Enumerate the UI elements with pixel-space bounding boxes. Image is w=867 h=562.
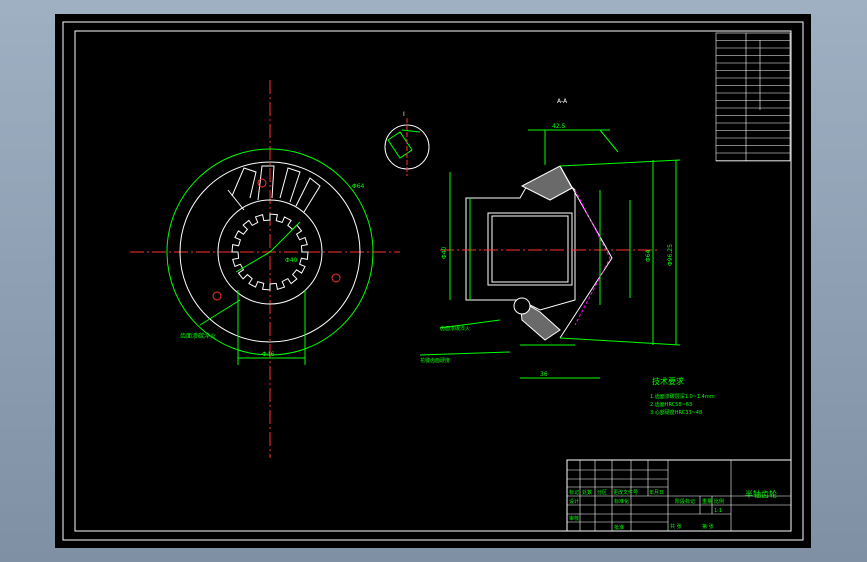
- tb-stage: 阶段标记: [675, 498, 695, 505]
- note-leader: [199, 299, 241, 326]
- tb-std: 标准化: [614, 498, 629, 505]
- section-dim-left: Φ40: [441, 246, 448, 259]
- front-arc-text: Φ64: [352, 183, 365, 190]
- tb-sheet-total: 共 张: [670, 523, 682, 530]
- section-note-1: 齿面渗碳淬火: [440, 325, 470, 332]
- front-dim-text: Φ46: [262, 351, 275, 358]
- inner-border: [74, 30, 792, 532]
- radius-leader: [269, 221, 301, 253]
- tech-line-2: 2.齿面HRC58~63: [650, 402, 692, 408]
- parameter-table: [715, 32, 791, 162]
- tb-scale: 比例: [714, 498, 724, 505]
- hole-right: [331, 273, 341, 283]
- drawing-canvas: Φ46 Φ40 齿面渗碳淬火 Φ64 I A-A 42.5 Φ40 Φ96.25…: [62, 21, 804, 541]
- outer-border: [62, 21, 804, 541]
- pitch-cone: [574, 189, 611, 326]
- section-body: [465, 175, 576, 311]
- detail-view: I: [384, 111, 430, 176]
- tb-mark: 标记: [569, 489, 579, 496]
- tech-line-1: 1.齿面渗碳层深1.0~1.4mm: [650, 393, 715, 400]
- tb-drawing-name: 半轴齿轮: [745, 489, 777, 499]
- cad-viewport[interactable]: Φ46 Φ40 齿面渗碳淬火 Φ64 I A-A 42.5 Φ40 Φ96.25…: [0, 0, 867, 562]
- hatch-top: [520, 165, 573, 201]
- tech-line-3: 3.心部硬度HRC33~48: [650, 409, 702, 416]
- title-block: 标记 处数 分区 更改文件号 年月日 设计 审核 标准化 批准 阶段标记 重量 …: [566, 459, 792, 532]
- tech-requirements: 技术要求 1.齿面渗碳层深1.0~1.4mm 2.齿面HRC58~63 3.心部…: [650, 376, 715, 416]
- section-dim-width: 36: [540, 371, 548, 378]
- section-hole: [513, 297, 531, 315]
- tech-heading: 技术要求: [652, 376, 684, 386]
- gear-teeth: [227, 165, 321, 213]
- detail-profile: [387, 129, 421, 159]
- tb-count: 处数: [582, 489, 592, 496]
- section-top-dim: 42.5: [552, 123, 566, 130]
- front-note-text: 齿面渗碳淬火: [180, 332, 216, 340]
- tb-review: 审核: [569, 515, 579, 522]
- front-view: Φ46 Φ40 齿面渗碳淬火 Φ64: [130, 80, 400, 458]
- tb-zone: 分区: [597, 489, 607, 496]
- hole-top: [257, 178, 267, 188]
- tb-change: 更改文件号: [613, 489, 638, 496]
- section-dim-big: Φ96.25: [667, 244, 674, 266]
- section-label: A-A: [557, 98, 568, 105]
- tb-approve: 批准: [614, 524, 624, 531]
- section-view: A-A 42.5 Φ40 Φ96.25 Φ64 36 齿面渗碳淬火 花键齿面硬度: [419, 98, 681, 379]
- section-note-2: 花键齿面硬度: [420, 357, 450, 364]
- radius-leader-2: [235, 251, 271, 273]
- detail-label: I: [403, 111, 405, 118]
- tb-sheet-no: 第 张: [702, 523, 714, 530]
- tb-scale-value: 1:1: [714, 508, 722, 514]
- front-radius-text: Φ40: [285, 257, 298, 264]
- section-dims: [419, 129, 681, 379]
- hole-left: [212, 291, 222, 301]
- section-bore-inner: [491, 215, 569, 283]
- section-bore: [487, 212, 573, 286]
- section-dim-mid: Φ64: [645, 249, 652, 262]
- tb-date: 年月日: [649, 489, 664, 496]
- tb-weight: 重量: [702, 498, 712, 505]
- tb-design: 设计: [569, 498, 579, 505]
